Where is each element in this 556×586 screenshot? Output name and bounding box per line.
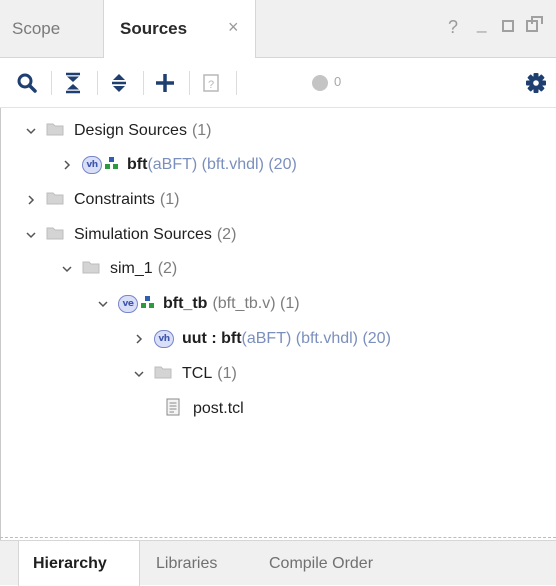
folder-icon	[46, 226, 64, 245]
toolbar-divider	[189, 71, 190, 95]
sources-toolbar: ? 0	[0, 58, 556, 108]
tree-node-label: TCL	[182, 365, 213, 382]
tab-compile-order-label: Compile Order	[269, 554, 374, 572]
chevron-down-icon[interactable]	[96, 297, 110, 311]
add-icon[interactable]	[150, 68, 180, 98]
hierarchy-icon	[105, 156, 119, 174]
tree-node-label: Constraints	[74, 191, 155, 208]
verilog-file-icon: ve	[118, 295, 138, 313]
collapse-all-icon[interactable]	[58, 68, 88, 98]
module-detail: (aBFT) (bft.vhdl) (20)	[147, 156, 297, 173]
hierarchy-icon	[141, 295, 155, 313]
close-icon[interactable]: ×	[228, 17, 239, 38]
instance-name: uut : bft	[182, 330, 242, 347]
folder-icon	[46, 122, 64, 141]
module-name: bft_tb	[163, 295, 208, 312]
sources-tree: Design Sources (1) vh bft (aBFT) (bft.vh…	[0, 108, 556, 538]
tab-compile-order[interactable]: Compile Order	[269, 541, 373, 586]
toolbar-divider	[143, 71, 144, 95]
tab-scope[interactable]: Scope	[0, 0, 104, 58]
instance-detail: (aBFT) (bft.vhdl) (20)	[241, 330, 391, 347]
script-file-icon	[165, 398, 181, 421]
tab-sources[interactable]: Sources ×	[104, 0, 256, 58]
toolbar-divider	[236, 71, 237, 95]
svg-text:?: ?	[208, 79, 214, 91]
folder-icon	[82, 260, 100, 279]
tree-node-label: Simulation Sources	[74, 226, 212, 243]
chevron-down-icon[interactable]	[24, 124, 38, 138]
tab-hierarchy[interactable]: Hierarchy	[18, 541, 140, 586]
help-icon[interactable]: ?	[448, 17, 458, 38]
maximize-icon[interactable]	[502, 17, 514, 37]
tree-node-label: Design Sources	[74, 122, 187, 139]
toolbar-divider	[97, 71, 98, 95]
folder-icon	[46, 191, 64, 210]
tree-node-bft[interactable]: vh bft (aBFT) (bft.vhdl) (20)	[60, 148, 297, 182]
chevron-right-icon[interactable]	[24, 193, 38, 207]
view-tab-bar: Hierarchy Libraries Compile Order	[0, 540, 556, 586]
tree-node-post-tcl[interactable]: post.tcl	[165, 392, 244, 426]
toolbar-divider	[51, 71, 52, 95]
chevron-down-icon[interactable]	[24, 228, 38, 242]
chevron-right-icon[interactable]	[60, 158, 74, 172]
panel-tab-bar: Scope Sources × ? _	[0, 0, 556, 58]
minimize-icon[interactable]: _	[477, 14, 486, 34]
search-icon[interactable]	[12, 68, 42, 98]
tree-node-count: (2)	[157, 260, 178, 277]
tree-node-count: (1)	[191, 122, 212, 139]
tab-sources-label: Sources	[120, 19, 188, 38]
module-detail: (bft_tb.v) (1)	[212, 295, 300, 312]
float-icon[interactable]	[526, 16, 543, 37]
tree-node-label: sim_1	[110, 260, 153, 277]
gear-icon[interactable]	[521, 68, 551, 98]
tab-libraries-label: Libraries	[156, 554, 218, 572]
tree-node-tcl[interactable]: TCL (1)	[132, 357, 237, 391]
tree-node-simulation-sources[interactable]: Simulation Sources (2)	[24, 218, 236, 252]
module-name: bft	[127, 156, 148, 173]
chevron-down-icon[interactable]	[132, 367, 146, 381]
folder-icon	[154, 365, 172, 384]
tree-node-uut[interactable]: vh uut : bft (aBFT) (bft.vhdl) (20)	[132, 322, 391, 356]
tree-node-constraints[interactable]: Constraints (1)	[24, 183, 179, 217]
tree-node-bft-tb[interactable]: ve bft_tb (bft_tb.v) (1)	[96, 287, 300, 321]
splitter-divider[interactable]	[0, 537, 556, 538]
tree-node-count: (1)	[217, 365, 237, 382]
tab-libraries[interactable]: Libraries	[156, 541, 217, 586]
expand-all-icon[interactable]	[104, 68, 134, 98]
vhdl-file-icon: vh	[154, 330, 174, 348]
tab-scope-label: Scope	[12, 19, 61, 38]
chevron-right-icon[interactable]	[132, 332, 146, 346]
unknown-help-icon[interactable]: ?	[196, 68, 226, 98]
tree-node-design-sources[interactable]: Design Sources (1)	[24, 114, 212, 148]
tree-node-count: (1)	[159, 191, 180, 208]
tree-node-count: (2)	[216, 226, 237, 243]
status-circle-icon	[305, 68, 335, 98]
file-name: post.tcl	[193, 400, 244, 417]
vhdl-file-icon: vh	[82, 156, 102, 174]
status-count: 0	[334, 74, 342, 89]
tree-node-sim-1[interactable]: sim_1 (2)	[60, 252, 177, 286]
chevron-down-icon[interactable]	[60, 262, 74, 276]
tab-hierarchy-label: Hierarchy	[33, 554, 107, 572]
